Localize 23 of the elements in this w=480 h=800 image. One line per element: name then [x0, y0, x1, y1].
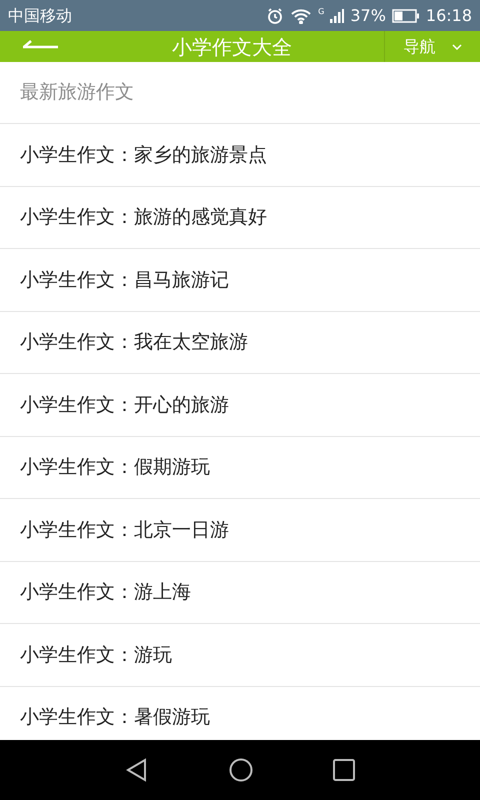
- article-item[interactable]: 小学生作文：游上海: [0, 562, 480, 624]
- article-item[interactable]: 小学生作文：旅游的感觉真好: [0, 186, 480, 249]
- wifi-icon: [290, 8, 312, 24]
- article-item[interactable]: 小学生作文：家乡的旅游景点: [0, 124, 480, 186]
- battery-percent: 37%: [350, 4, 386, 26]
- article-item[interactable]: 小学生作文：开心的旅游: [0, 374, 480, 436]
- article-item[interactable]: 小学生作文：昌马旅游记: [0, 249, 480, 312]
- app-title: 小学作文大全: [171, 34, 293, 60]
- signal-icon: [330, 8, 344, 24]
- home-icon[interactable]: [229, 758, 253, 782]
- recents-icon[interactable]: [333, 759, 355, 781]
- carrier-name: 中国移动: [8, 4, 72, 26]
- section-title: 最新旅游作文: [20, 80, 134, 106]
- article-item[interactable]: 小学生作文：北京一日游: [0, 499, 480, 562]
- article-item[interactable]: 小学生作文：游玩: [0, 624, 480, 686]
- alarm-icon: [266, 6, 284, 24]
- back-icon[interactable]: [125, 758, 149, 782]
- article-item[interactable]: 小学生作文：我在太空旅游: [0, 312, 480, 374]
- article-item[interactable]: 小学生作文：假期游玩: [0, 436, 480, 499]
- chevron-down-icon: [452, 44, 462, 50]
- network-label: G: [318, 6, 324, 18]
- clock-time: 16:18: [426, 4, 472, 26]
- battery-icon: [392, 8, 420, 22]
